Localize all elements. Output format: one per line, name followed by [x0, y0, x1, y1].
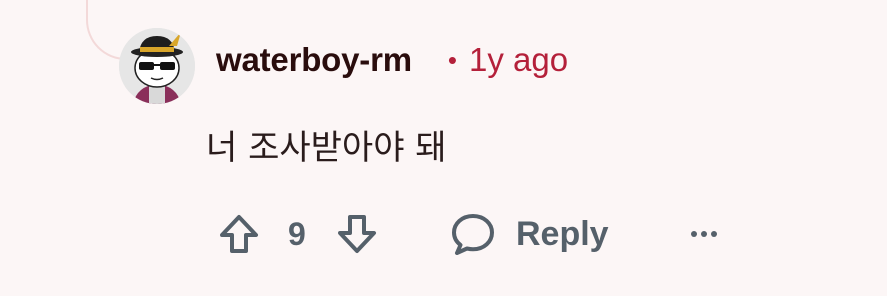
thread-line — [86, 0, 126, 60]
upvote-button[interactable] — [210, 206, 268, 262]
avatar-image — [119, 28, 195, 104]
vote-score: 9 — [288, 216, 306, 252]
more-options-button[interactable] — [682, 212, 726, 256]
action-bar: 9 Reply — [210, 206, 750, 262]
upvote-icon — [220, 215, 258, 253]
downvote-icon — [338, 215, 376, 253]
timestamp[interactable]: 1y ago — [469, 41, 568, 79]
comment-header: waterboy-rm • 1y ago — [216, 38, 568, 82]
comment-body: 너 조사받아야 돼 — [206, 128, 447, 168]
separator-dot: • — [447, 44, 457, 75]
downvote-button[interactable] — [328, 206, 386, 262]
comment-bubble-icon — [452, 214, 494, 255]
comment: waterboy-rm • 1y ago 너 조사받아야 돼 9 Reply — [0, 0, 887, 296]
reply-label: Reply — [516, 214, 609, 253]
more-horizontal-icon — [691, 231, 717, 237]
reply-button[interactable]: Reply — [444, 206, 615, 262]
username[interactable]: waterboy-rm — [216, 41, 412, 79]
avatar[interactable] — [119, 28, 195, 104]
